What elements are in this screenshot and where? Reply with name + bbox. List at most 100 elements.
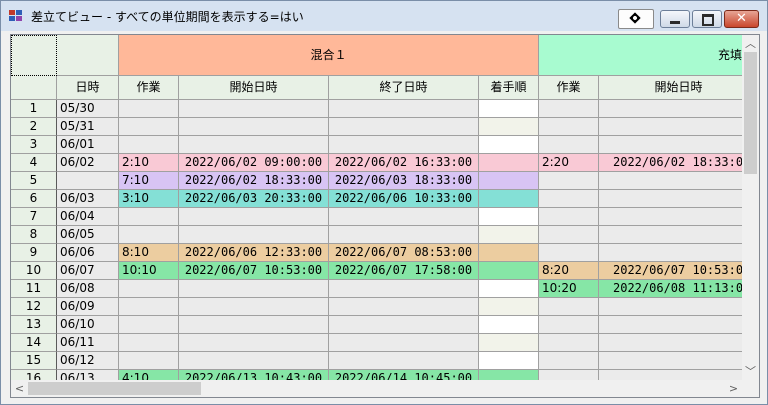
column-header-work[interactable]: 作業 [119,76,179,100]
row-header[interactable]: 8 [11,226,57,244]
mix-work-cell[interactable] [119,352,179,370]
fill-start-cell[interactable]: 2022/06/08 11:13:00 [599,280,759,298]
fill-start-cell[interactable] [599,244,759,262]
grid-corner[interactable] [11,35,57,76]
mix-end-cell[interactable] [329,100,479,118]
mix-end-cell[interactable] [329,280,479,298]
minimize-button[interactable] [660,10,690,28]
row-header[interactable]: 14 [11,334,57,352]
mix-work-cell[interactable] [119,334,179,352]
date-cell[interactable]: 06/02 [57,154,119,172]
column-header-start[interactable]: 開始日時 [179,76,329,100]
row-header[interactable]: 1 [11,100,57,118]
mix-start-cell[interactable] [179,316,329,334]
column-header-fill-work[interactable]: 作業 [539,76,599,100]
mix-start-cell[interactable] [179,352,329,370]
fill-start-cell[interactable] [599,172,759,190]
mix-start-cell[interactable]: 2022/06/02 18:33:00 [179,172,329,190]
row-header[interactable]: 9 [11,244,57,262]
vertical-scrollbar[interactable]: ︿ ﹀ [742,35,759,380]
mix-start-cell[interactable]: 2022/06/07 10:53:00 [179,262,329,280]
fill-work-cell[interactable] [539,190,599,208]
order-cell[interactable] [479,262,539,280]
mix-work-cell[interactable] [119,136,179,154]
fill-work-cell[interactable] [539,100,599,118]
mix-end-cell[interactable]: 2022/06/06 10:33:00 [329,190,479,208]
order-cell[interactable] [479,172,539,190]
column-header-rowno[interactable] [11,76,57,100]
mix-work-cell[interactable] [119,226,179,244]
mix-end-cell[interactable] [329,136,479,154]
horizontal-scroll-thumb[interactable] [28,382,201,395]
fill-work-cell[interactable] [539,118,599,136]
row-header[interactable]: 2 [11,118,57,136]
date-cell[interactable]: 05/30 [57,100,119,118]
mix-end-cell[interactable] [329,226,479,244]
vertical-scroll-thumb[interactable] [744,52,757,174]
order-cell[interactable] [479,334,539,352]
fill-start-cell[interactable]: 2022/06/02 18:33:00 [599,154,759,172]
fill-work-cell[interactable] [539,244,599,262]
date-cell[interactable] [57,172,119,190]
scroll-up-icon[interactable]: ︿ [742,35,759,52]
mix-start-cell[interactable] [179,208,329,226]
maximize-button[interactable] [692,10,722,28]
mix-end-cell[interactable] [329,316,479,334]
fill-start-cell[interactable] [599,226,759,244]
order-cell[interactable] [479,136,539,154]
mix-start-cell[interactable] [179,118,329,136]
fill-start-cell[interactable] [599,352,759,370]
order-cell[interactable] [479,118,539,136]
mix-work-cell[interactable] [119,100,179,118]
mix-start-cell[interactable]: 2022/06/03 20:33:00 [179,190,329,208]
mix-work-cell[interactable] [119,316,179,334]
date-cell[interactable]: 06/01 [57,136,119,154]
column-header-end[interactable]: 終了日時 [329,76,479,100]
mix-work-cell[interactable] [119,280,179,298]
fill-start-cell[interactable] [599,316,759,334]
fill-start-cell[interactable] [599,100,759,118]
fill-start-cell[interactable] [599,136,759,154]
fill-start-cell[interactable] [599,334,759,352]
mix-start-cell[interactable] [179,100,329,118]
mix-end-cell[interactable] [329,208,479,226]
fill-work-cell[interactable]: 2:20 [539,154,599,172]
mix-end-cell[interactable]: 2022/06/03 18:33:00 [329,172,479,190]
column-header-order[interactable]: 着手順 [479,76,539,100]
fill-work-cell[interactable] [539,226,599,244]
row-header[interactable]: 11 [11,280,57,298]
mix-start-cell[interactable] [179,136,329,154]
date-cell[interactable]: 06/10 [57,316,119,334]
row-header[interactable]: 12 [11,298,57,316]
row-header[interactable]: 3 [11,136,57,154]
order-cell[interactable] [479,190,539,208]
date-cell[interactable]: 06/06 [57,244,119,262]
fill-start-cell[interactable] [599,190,759,208]
order-cell[interactable] [479,280,539,298]
order-cell[interactable] [479,226,539,244]
fill-work-cell[interactable] [539,352,599,370]
mix-work-cell[interactable] [119,298,179,316]
mix-work-cell[interactable]: 2:10 [119,154,179,172]
date-cell[interactable]: 06/08 [57,280,119,298]
mix-work-cell[interactable] [119,208,179,226]
mix-end-cell[interactable] [329,334,479,352]
fill-work-cell[interactable] [539,334,599,352]
mix-start-cell[interactable] [179,298,329,316]
mix-work-cell[interactable] [119,118,179,136]
date-cell[interactable]: 06/04 [57,208,119,226]
column-header-date[interactable]: 日時 [57,76,119,100]
date-cell[interactable]: 06/12 [57,352,119,370]
fill-work-cell[interactable] [539,208,599,226]
horizontal-scrollbar[interactable]: < > [11,380,742,397]
title-bar[interactable]: 差立てビュー - すべての単位期間を表示する=はい ✕ [1,1,767,31]
mix-start-cell[interactable] [179,280,329,298]
group-header-filling[interactable]: 充填１ [539,35,759,76]
mix-end-cell[interactable] [329,298,479,316]
fill-start-cell[interactable]: 2022/06/07 10:53:00 [599,262,759,280]
row-header[interactable]: 15 [11,352,57,370]
fill-work-cell[interactable]: 8:20 [539,262,599,280]
scroll-down-icon[interactable]: ﹀ [742,363,759,380]
mix-work-cell[interactable]: 10:10 [119,262,179,280]
row-header[interactable]: 5 [11,172,57,190]
